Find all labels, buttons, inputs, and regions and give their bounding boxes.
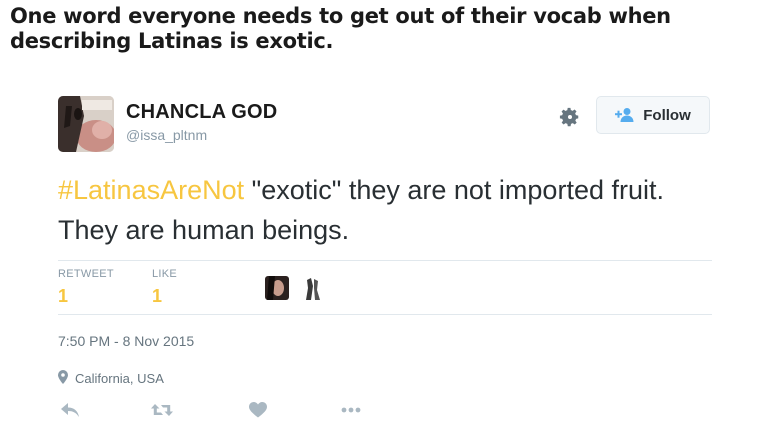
- liker-avatar[interactable]: [265, 276, 289, 300]
- like-stat-label[interactable]: LIKE: [152, 268, 177, 280]
- reply-icon[interactable]: [58, 400, 82, 420]
- follow-label: Follow: [643, 106, 691, 124]
- display-name[interactable]: CHANCLA GOD: [126, 101, 277, 124]
- liker-avatar[interactable]: [301, 276, 325, 300]
- embedded-tweet: CHANCLA GOD @issa_pltnm Follow #LatinasA…: [0, 0, 760, 437]
- divider: [58, 314, 712, 315]
- follow-button[interactable]: Follow: [596, 96, 710, 134]
- location-label: California, USA: [75, 371, 164, 386]
- like-count[interactable]: 1: [152, 286, 162, 307]
- add-person-icon: [615, 107, 635, 123]
- divider: [58, 260, 712, 261]
- tweet-text: #LatinasAreNot "exotic" they are not imp…: [58, 170, 698, 250]
- heart-icon[interactable]: [246, 400, 270, 420]
- username-handle[interactable]: @issa_pltnm: [126, 127, 207, 143]
- map-pin-icon: [58, 370, 68, 387]
- more-dots-icon[interactable]: [339, 400, 363, 420]
- retweet-icon[interactable]: [150, 400, 174, 420]
- avatar-photo: [58, 96, 114, 152]
- tweet-location[interactable]: California, USA: [58, 370, 164, 387]
- retweet-count[interactable]: 1: [58, 286, 68, 307]
- tweet-timestamp[interactable]: 7:50 PM - 8 Nov 2015: [58, 333, 194, 349]
- retweet-stat-label[interactable]: RETWEET: [58, 268, 114, 280]
- hashtag-link[interactable]: #LatinasAreNot: [58, 175, 244, 205]
- gear-icon[interactable]: [559, 106, 581, 128]
- avatar[interactable]: [58, 96, 114, 152]
